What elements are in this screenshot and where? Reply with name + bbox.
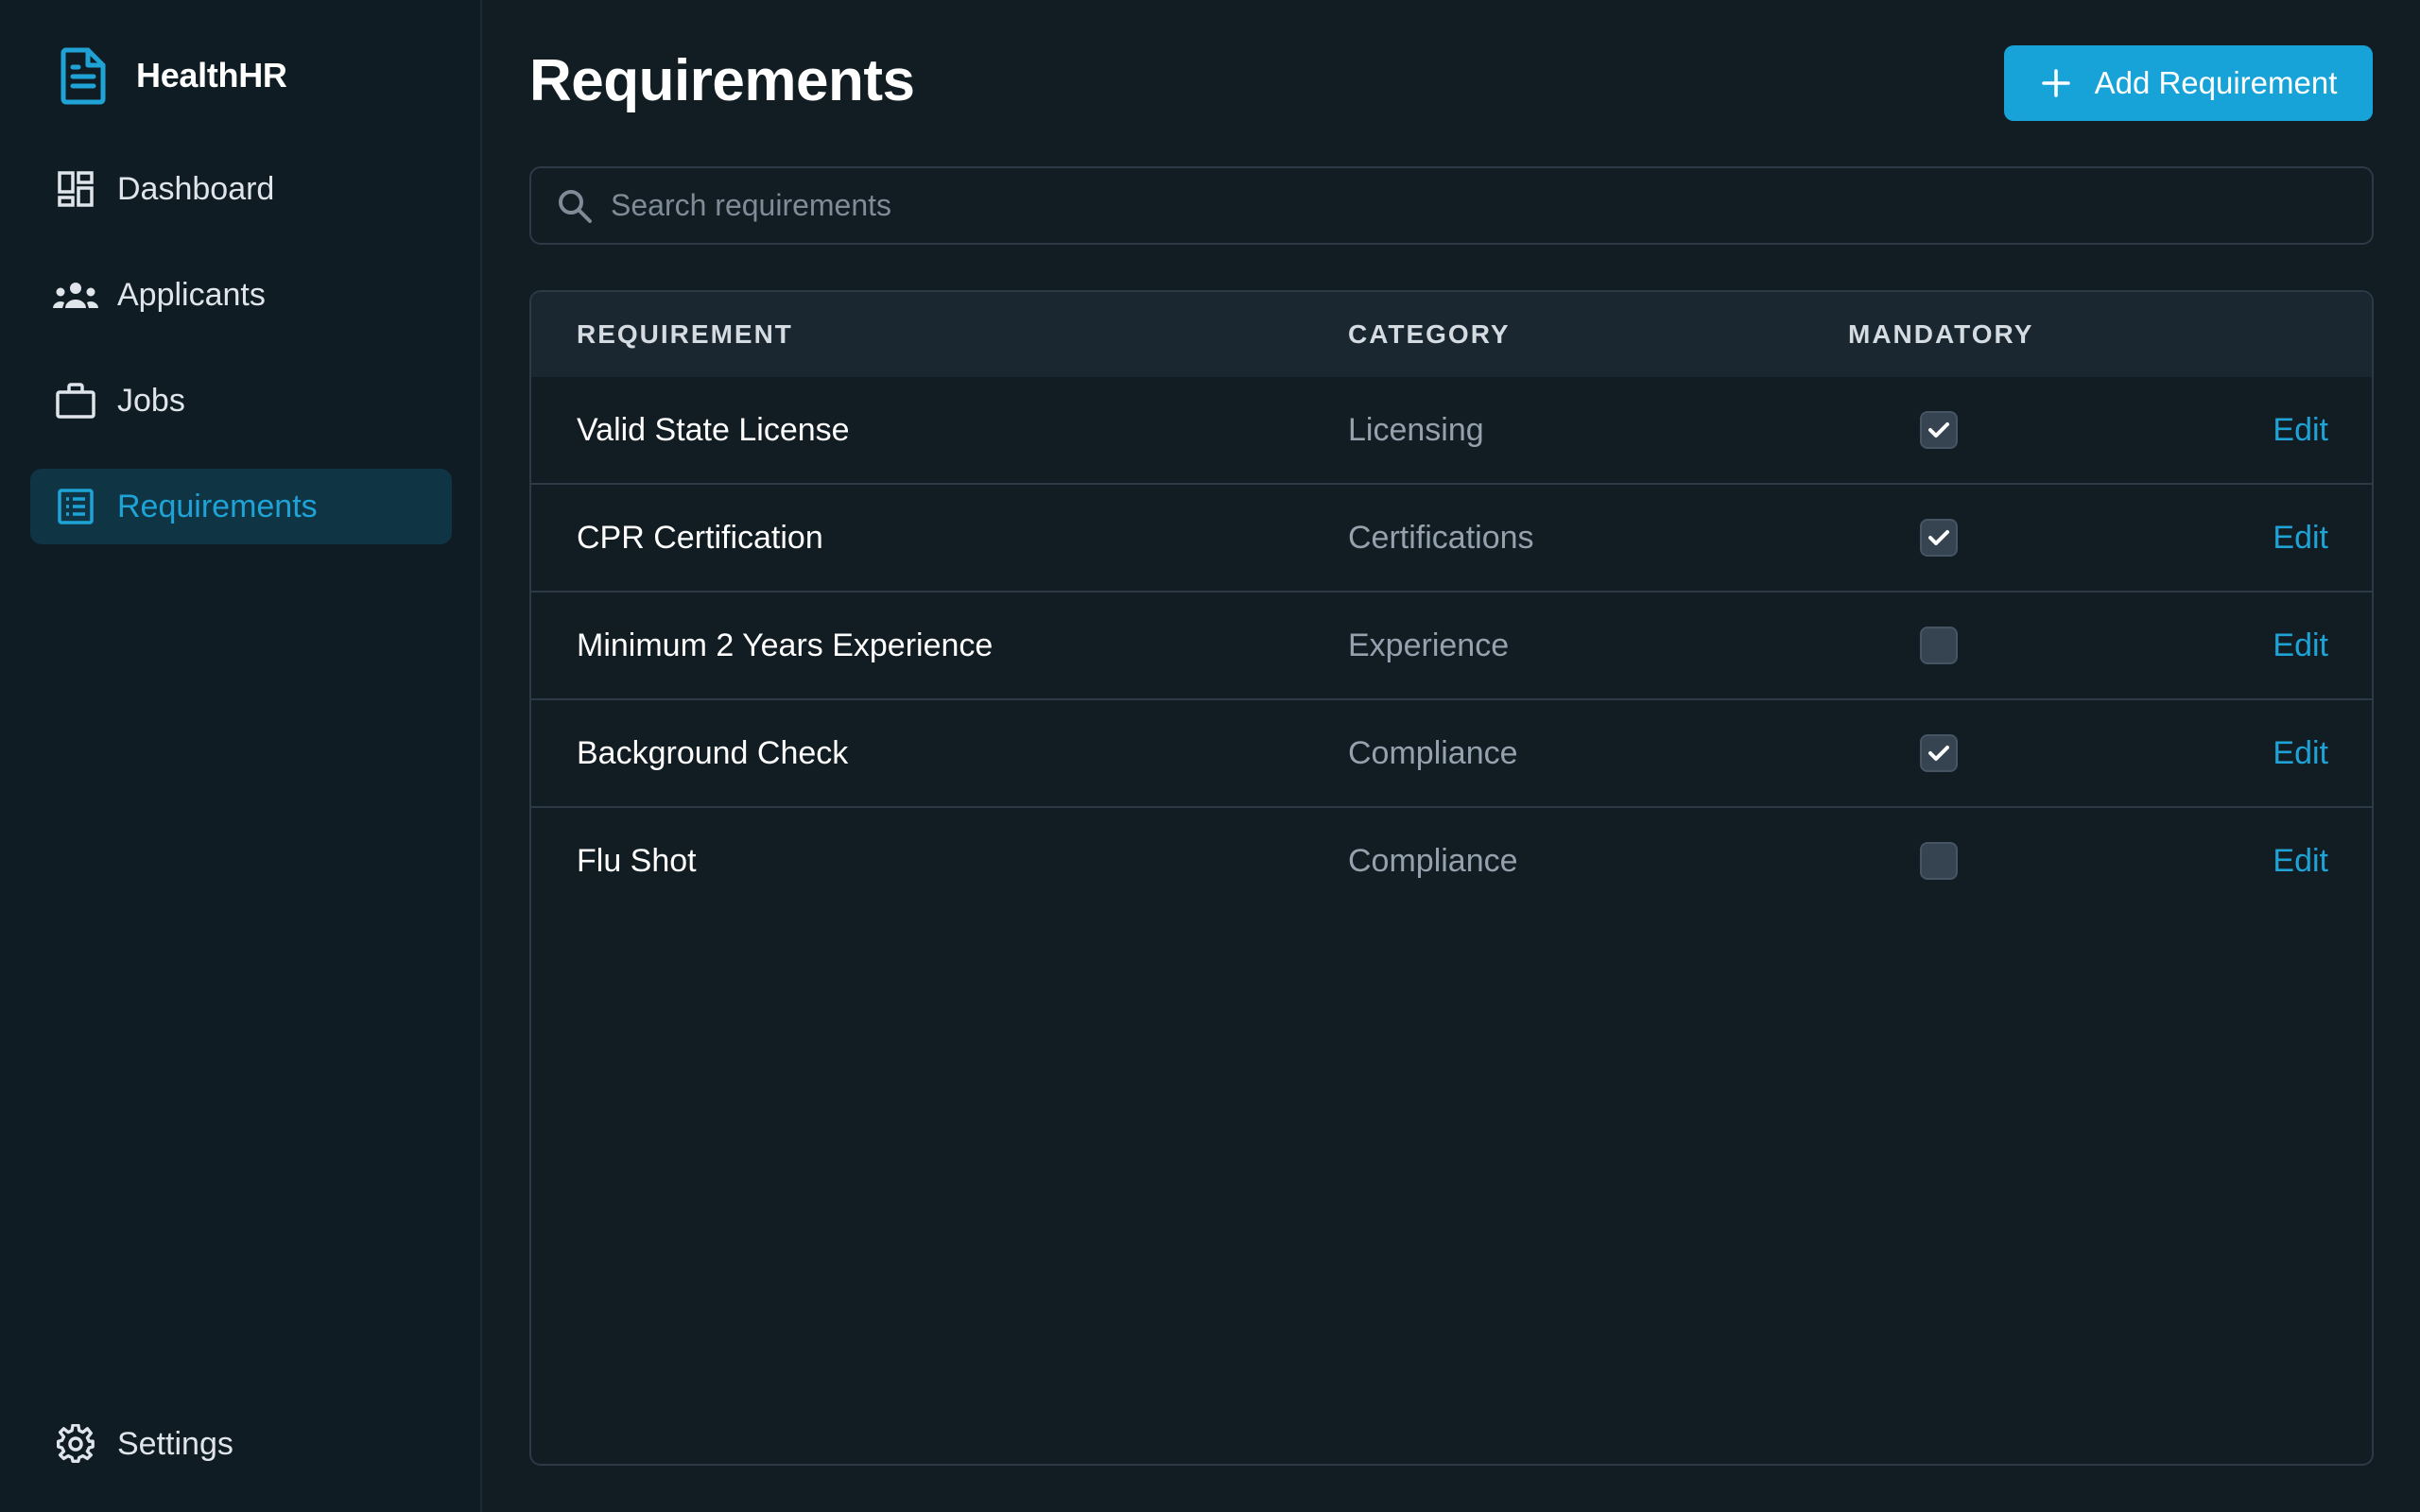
edit-link[interactable]: Edit: [2273, 593, 2328, 698]
mandatory-checkbox[interactable]: [1920, 411, 1958, 449]
search-box: [529, 166, 2374, 245]
sidebar-item-settings[interactable]: Settings: [30, 1406, 452, 1482]
requirement-category: Experience: [1348, 627, 1510, 663]
mandatory-checkbox[interactable]: [1920, 627, 1958, 664]
edit-link[interactable]: Edit: [2273, 377, 2328, 483]
app-root: HealthHR Dashboard Applicants Jobs Requi…: [0, 0, 2420, 1512]
edit-link[interactable]: Edit: [2273, 700, 2328, 806]
briefcase-icon: [53, 378, 98, 423]
column-header-requirement[interactable]: REQUIREMENT: [577, 319, 793, 350]
requirement-name: CPR Certification: [577, 519, 823, 556]
document-icon: [57, 43, 110, 108]
mandatory-checkbox[interactable]: [1920, 519, 1958, 557]
sidebar-item-dashboard[interactable]: Dashboard: [30, 151, 452, 227]
sidebar-item-requirements[interactable]: Requirements: [30, 469, 452, 544]
requirement-name: Minimum 2 Years Experience: [577, 627, 994, 663]
gear-icon: [53, 1421, 98, 1467]
people-icon: [53, 272, 98, 318]
edit-link[interactable]: Edit: [2273, 485, 2328, 591]
mandatory-cell: [1920, 377, 1958, 483]
sidebar-item-label: Jobs: [117, 382, 185, 419]
plus-icon: [2040, 67, 2072, 99]
mandatory-cell: [1920, 485, 1958, 591]
table-row: Flu Shot Compliance Edit: [531, 808, 2372, 916]
edit-link[interactable]: Edit: [2273, 808, 2328, 914]
requirement-name: Flu Shot: [577, 842, 697, 879]
checkmark-icon: [1928, 422, 1949, 438]
mandatory-checkbox[interactable]: [1920, 734, 1958, 772]
brand[interactable]: HealthHR: [57, 43, 287, 108]
requirements-table: REQUIREMENT CATEGORY MANDATORY Valid Sta…: [529, 290, 2374, 1466]
requirement-name: Background Check: [577, 734, 849, 771]
sidebar: HealthHR Dashboard Applicants Jobs Requi…: [0, 0, 482, 1512]
sidebar-item-label: Requirements: [117, 488, 318, 524]
page-title: Requirements: [529, 48, 915, 113]
requirement-name: Valid State License: [577, 411, 850, 448]
sidebar-item-label: Dashboard: [117, 170, 275, 207]
table-row: Valid State License Licensing Edit: [531, 377, 2372, 485]
app-name: HealthHR: [136, 56, 287, 94]
table-header: REQUIREMENT CATEGORY MANDATORY: [531, 292, 2372, 377]
sidebar-item-label: Settings: [117, 1425, 233, 1462]
mandatory-cell: [1920, 700, 1958, 806]
sidebar-item-label: Applicants: [117, 276, 266, 313]
add-requirement-label: Add Requirement: [2094, 65, 2338, 100]
list-icon: [53, 484, 98, 529]
dashboard-icon: [53, 166, 98, 212]
table-row: CPR Certification Certifications Edit: [531, 485, 2372, 593]
sidebar-item-applicants[interactable]: Applicants: [30, 257, 452, 333]
table-row: Background Check Compliance Edit: [531, 700, 2372, 808]
add-requirement-button[interactable]: Add Requirement: [2004, 45, 2373, 121]
search-icon: [556, 187, 594, 225]
requirement-category: Certifications: [1348, 519, 1534, 556]
mandatory-checkbox[interactable]: [1920, 842, 1958, 880]
requirement-category: Compliance: [1348, 734, 1518, 771]
checkmark-icon: [1928, 746, 1949, 761]
mandatory-cell: [1920, 808, 1958, 914]
mandatory-cell: [1920, 593, 1958, 698]
requirement-category: Licensing: [1348, 411, 1484, 448]
search-input[interactable]: [611, 177, 2372, 234]
column-header-mandatory[interactable]: MANDATORY: [1848, 319, 2033, 350]
table-row: Minimum 2 Years Experience Experience Ed…: [531, 593, 2372, 700]
sidebar-item-jobs[interactable]: Jobs: [30, 363, 452, 438]
checkmark-icon: [1928, 530, 1949, 545]
requirement-category: Compliance: [1348, 842, 1518, 879]
column-header-category[interactable]: CATEGORY: [1348, 319, 1511, 350]
